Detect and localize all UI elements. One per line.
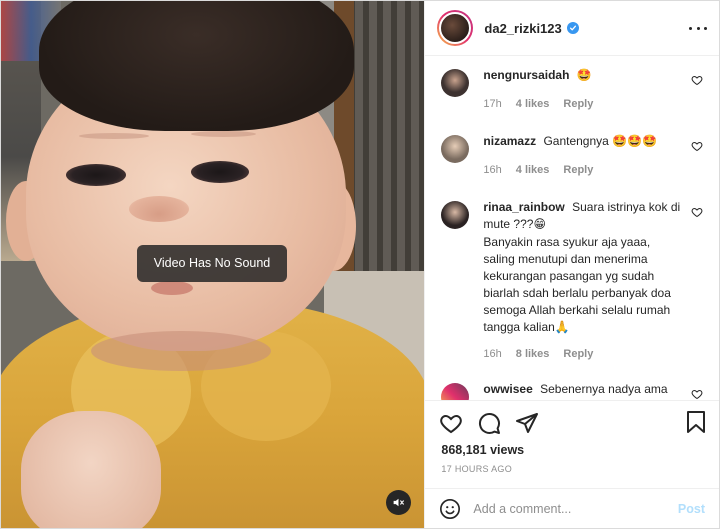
comment-text: 🤩	[576, 68, 592, 82]
comment-body: nizamazz Gantengnya 🤩🤩🤩 16h 4 likes Repl…	[483, 133, 683, 179]
view-count[interactable]: 868,181 views	[441, 443, 524, 457]
comment-text: Gantengnya 🤩🤩🤩	[543, 134, 657, 148]
comment-username[interactable]: owwisee	[483, 382, 532, 396]
verified-badge-icon	[566, 22, 579, 34]
comment-time[interactable]: 17h	[483, 96, 501, 113]
post-comment-button[interactable]: Post	[678, 502, 705, 516]
comment-like-heart-icon[interactable]	[691, 140, 703, 152]
add-comment-input[interactable]: Add a comment...	[473, 502, 678, 516]
author-avatar-image	[439, 12, 472, 44]
baby-chin	[91, 331, 271, 371]
more-options-icon[interactable]	[689, 26, 707, 30]
no-sound-overlay: Video Has No Sound	[137, 245, 287, 282]
action-row	[439, 411, 539, 435]
comment-username[interactable]: rinaa_rainbow	[483, 200, 564, 214]
comment-meta: 16h 4 likes Reply	[483, 162, 683, 179]
comment-body: owwisee Sebenernya nadya ama rizki udh c…	[483, 381, 683, 400]
comment-like-heart-icon[interactable]	[691, 388, 703, 400]
commenter-avatar[interactable]	[441, 201, 470, 229]
comment-body: nengnursaidah 🤩 17h 4 likes Reply	[483, 67, 683, 113]
mute-button[interactable]	[386, 490, 411, 515]
comment-likes[interactable]: 4 likes	[516, 162, 550, 179]
commenter-avatar[interactable]	[441, 383, 470, 400]
baby-brow-right	[191, 131, 256, 137]
baby-eye-right	[191, 161, 249, 183]
comment-time[interactable]: 16h	[483, 346, 501, 363]
comment-meta: 17h 4 likes Reply	[483, 96, 683, 113]
comment-reply-button[interactable]: Reply	[563, 96, 593, 113]
comment-item: owwisee Sebenernya nadya ama rizki udh c…	[441, 381, 703, 400]
comment-username[interactable]: nizamazz	[483, 134, 536, 148]
comment-username[interactable]: nengnursaidah	[483, 68, 569, 82]
commenter-avatar[interactable]	[441, 69, 470, 97]
emoji-smiley-icon[interactable]	[439, 498, 461, 520]
author-avatar[interactable]	[437, 10, 474, 46]
baby-brow-left	[79, 133, 149, 139]
baby-eye-left	[66, 164, 126, 186]
post-actions: 868,181 views 17 HOURS AGO Add a comment…	[425, 400, 719, 528]
baby-nose	[129, 196, 189, 222]
comment-reply-button[interactable]: Reply	[563, 346, 593, 363]
comment-bubble-icon[interactable]	[477, 411, 501, 435]
author-username[interactable]: da2_rizki123	[484, 21, 561, 36]
post-header: da2_rizki123	[425, 1, 719, 56]
comment-item: rinaa_rainbow Suara istrinya kok di mute…	[441, 199, 703, 363]
comment-likes[interactable]: 8 likes	[516, 346, 550, 363]
post-timestamp[interactable]: 17 HOURS AGO	[441, 464, 512, 474]
add-comment-bar: Add a comment... Post	[425, 488, 719, 528]
comment-meta: 16h 8 likes Reply	[483, 346, 683, 363]
like-heart-icon[interactable]	[439, 411, 463, 435]
comment-body: rinaa_rainbow Suara istrinya kok di mute…	[483, 199, 683, 363]
comment-item: nengnursaidah 🤩 17h 4 likes Reply	[441, 67, 703, 113]
baby-hair	[39, 1, 354, 131]
comment-list[interactable]: nengnursaidah 🤩 17h 4 likes Reply nizama…	[425, 56, 719, 400]
share-paper-plane-icon[interactable]	[515, 411, 539, 435]
comment-like-heart-icon[interactable]	[691, 74, 703, 86]
baby-mouth	[151, 281, 193, 295]
comment-item: nizamazz Gantengnya 🤩🤩🤩 16h 4 likes Repl…	[441, 133, 703, 179]
baby-hand	[21, 411, 161, 528]
comment-reply-button[interactable]: Reply	[563, 162, 593, 179]
comment-likes[interactable]: 4 likes	[516, 96, 550, 113]
comment-like-heart-icon[interactable]	[691, 206, 703, 218]
post-sidebar: da2_rizki123 nengnursaidah 🤩 17h 4 likes…	[424, 1, 719, 528]
instagram-post: Video Has No Sound da2_rizki123 nengnurs…	[0, 0, 720, 529]
save-bookmark-icon[interactable]	[685, 410, 707, 434]
video-background-door	[349, 1, 425, 271]
speaker-muted-icon	[393, 498, 404, 507]
video-player[interactable]: Video Has No Sound	[1, 1, 425, 528]
comment-time[interactable]: 16h	[483, 162, 501, 179]
comment-text-continued: Banyakin rasa syukur aja yaaa, saling me…	[483, 235, 671, 334]
commenter-avatar[interactable]	[441, 135, 470, 163]
